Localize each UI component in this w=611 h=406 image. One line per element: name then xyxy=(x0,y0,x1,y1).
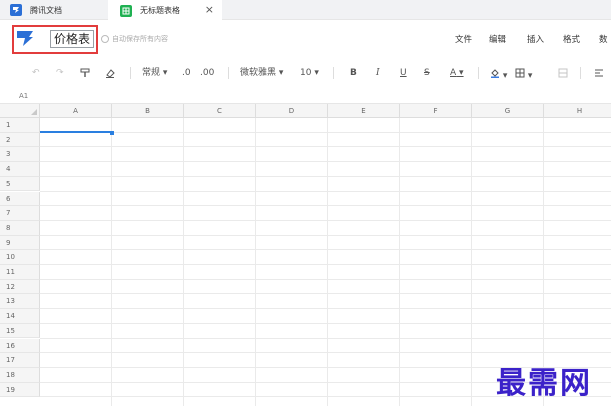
menu-insert[interactable]: 插入 xyxy=(527,33,544,45)
tab-label: 无标题表格 xyxy=(140,6,180,15)
tab-bar: 腾讯文档 无标题表格 × xyxy=(0,0,611,21)
tab-tencent-docs[interactable]: 腾讯文档 xyxy=(0,0,108,20)
check-circle-icon xyxy=(101,35,109,43)
grid-row-line xyxy=(40,190,611,192)
toolbar-divider xyxy=(228,67,229,79)
grid-row-line xyxy=(40,352,611,354)
row-header[interactable]: 8 xyxy=(0,220,40,236)
column-header[interactable]: H xyxy=(544,104,611,118)
grid-row-line xyxy=(40,234,611,236)
row-header[interactable]: 19 xyxy=(0,382,40,398)
clear-format-icon[interactable] xyxy=(105,68,115,81)
increase-decimal-button[interactable]: .00 xyxy=(200,68,214,78)
grid-row-line xyxy=(40,308,611,310)
grid-row-line xyxy=(40,249,611,251)
grid-row-line xyxy=(40,146,611,148)
grid-row-line xyxy=(40,293,611,295)
grid-row-line xyxy=(40,205,611,207)
column-header[interactable]: G xyxy=(472,104,544,118)
grid-row-line xyxy=(40,161,611,163)
row-header[interactable]: 12 xyxy=(0,279,40,295)
row-header[interactable]: 9 xyxy=(0,235,40,251)
toolbar: ↶ ↷ 常规 ▾ .0 .00 微软雅黑 ▾ 10 ▾ B I U S A ▾ … xyxy=(0,57,611,89)
row-header[interactable]: 1 xyxy=(0,118,40,133)
format-painter-icon[interactable] xyxy=(80,68,90,81)
cell-ref-label: A1 xyxy=(19,92,29,100)
italic-button[interactable]: I xyxy=(376,68,380,78)
tencent-docs-logo-icon[interactable] xyxy=(15,29,35,47)
row-header[interactable]: 17 xyxy=(0,353,40,368)
grid-row-line xyxy=(40,219,611,221)
grid-row-line xyxy=(40,131,611,133)
row-header[interactable]: 11 xyxy=(0,265,40,280)
row-header[interactable]: 6 xyxy=(0,191,40,207)
column-header[interactable]: A xyxy=(40,104,112,118)
font-color-label: A xyxy=(450,68,457,78)
corner-triangle-icon xyxy=(31,109,37,115)
toolbar-divider xyxy=(478,67,479,79)
menu-format[interactable]: 格式 xyxy=(563,33,580,45)
row-header[interactable]: 3 xyxy=(0,147,40,163)
doc-title[interactable]: 价格表 xyxy=(50,30,95,48)
toolbar-divider xyxy=(580,67,581,79)
grid-row-line xyxy=(40,175,611,177)
font-select[interactable]: 微软雅黑 ▾ xyxy=(240,68,283,78)
column-header[interactable]: C xyxy=(184,104,256,118)
menu-file[interactable]: 文件 xyxy=(455,33,472,45)
strikethrough-button[interactable]: S xyxy=(424,68,430,78)
tab-untitled-sheet[interactable]: 无标题表格 × xyxy=(108,0,222,21)
menu-data[interactable]: 数 xyxy=(599,33,608,45)
underline-button[interactable]: U xyxy=(400,68,407,78)
decrease-decimal-button[interactable]: .0 xyxy=(182,68,191,78)
selected-cell-a1[interactable] xyxy=(40,118,112,133)
font-size-label: 10 xyxy=(300,68,312,78)
menu-edit[interactable]: 编辑 xyxy=(489,33,506,45)
row-header[interactable]: 16 xyxy=(0,338,40,354)
row-header[interactable]: 7 xyxy=(0,206,40,221)
row-header[interactable]: 13 xyxy=(0,294,40,310)
close-icon[interactable]: × xyxy=(205,4,214,16)
row-header[interactable]: 18 xyxy=(0,367,40,383)
merge-cells-icon[interactable] xyxy=(558,68,568,81)
watermark: 最需网 xyxy=(496,366,592,401)
font-size-select[interactable]: 10 ▾ xyxy=(300,68,319,78)
column-header[interactable]: F xyxy=(400,104,472,118)
grid-row-line xyxy=(40,264,611,265)
doc-header: 价格表 自动保存所有内容 文件 编辑 插入 格式 数 xyxy=(0,21,611,57)
redo-icon[interactable]: ↷ xyxy=(56,68,64,78)
autosave-text: 自动保存所有内容 xyxy=(112,35,168,43)
toolbar-divider xyxy=(333,67,334,79)
column-header[interactable]: D xyxy=(256,104,328,118)
sheet-icon xyxy=(120,4,132,17)
number-format-label: 常规 xyxy=(142,68,161,78)
row-header[interactable]: 4 xyxy=(0,162,40,177)
row-header[interactable]: 15 xyxy=(0,323,40,339)
name-box[interactable]: A1 xyxy=(0,89,611,104)
bold-button[interactable]: B xyxy=(350,68,357,78)
toolbar-divider xyxy=(130,67,131,79)
column-header[interactable]: E xyxy=(328,104,400,118)
select-all-corner[interactable] xyxy=(0,104,40,118)
align-left-icon[interactable] xyxy=(594,68,604,81)
grid-row-line xyxy=(40,322,611,324)
column-header[interactable]: B xyxy=(112,104,184,118)
undo-icon[interactable]: ↶ xyxy=(32,68,40,78)
fill-handle[interactable] xyxy=(110,131,114,135)
fill-color-icon[interactable]: ▾ xyxy=(490,68,507,81)
font-label: 微软雅黑 xyxy=(240,68,277,78)
tencent-docs-icon xyxy=(10,4,22,16)
row-header[interactable]: 5 xyxy=(0,176,40,192)
grid-row-line xyxy=(40,278,611,280)
row-header[interactable]: 2 xyxy=(0,132,40,148)
tab-label: 腾讯文档 xyxy=(30,5,62,15)
number-format-select[interactable]: 常规 ▾ xyxy=(142,68,167,78)
row-header[interactable]: 14 xyxy=(0,309,40,324)
row-header[interactable]: 10 xyxy=(0,250,40,265)
font-color-button[interactable]: A ▾ xyxy=(450,68,464,78)
autosave-status: 自动保存所有内容 xyxy=(101,34,168,44)
border-icon[interactable]: ▾ xyxy=(515,68,532,81)
grid-row-line xyxy=(40,337,611,339)
